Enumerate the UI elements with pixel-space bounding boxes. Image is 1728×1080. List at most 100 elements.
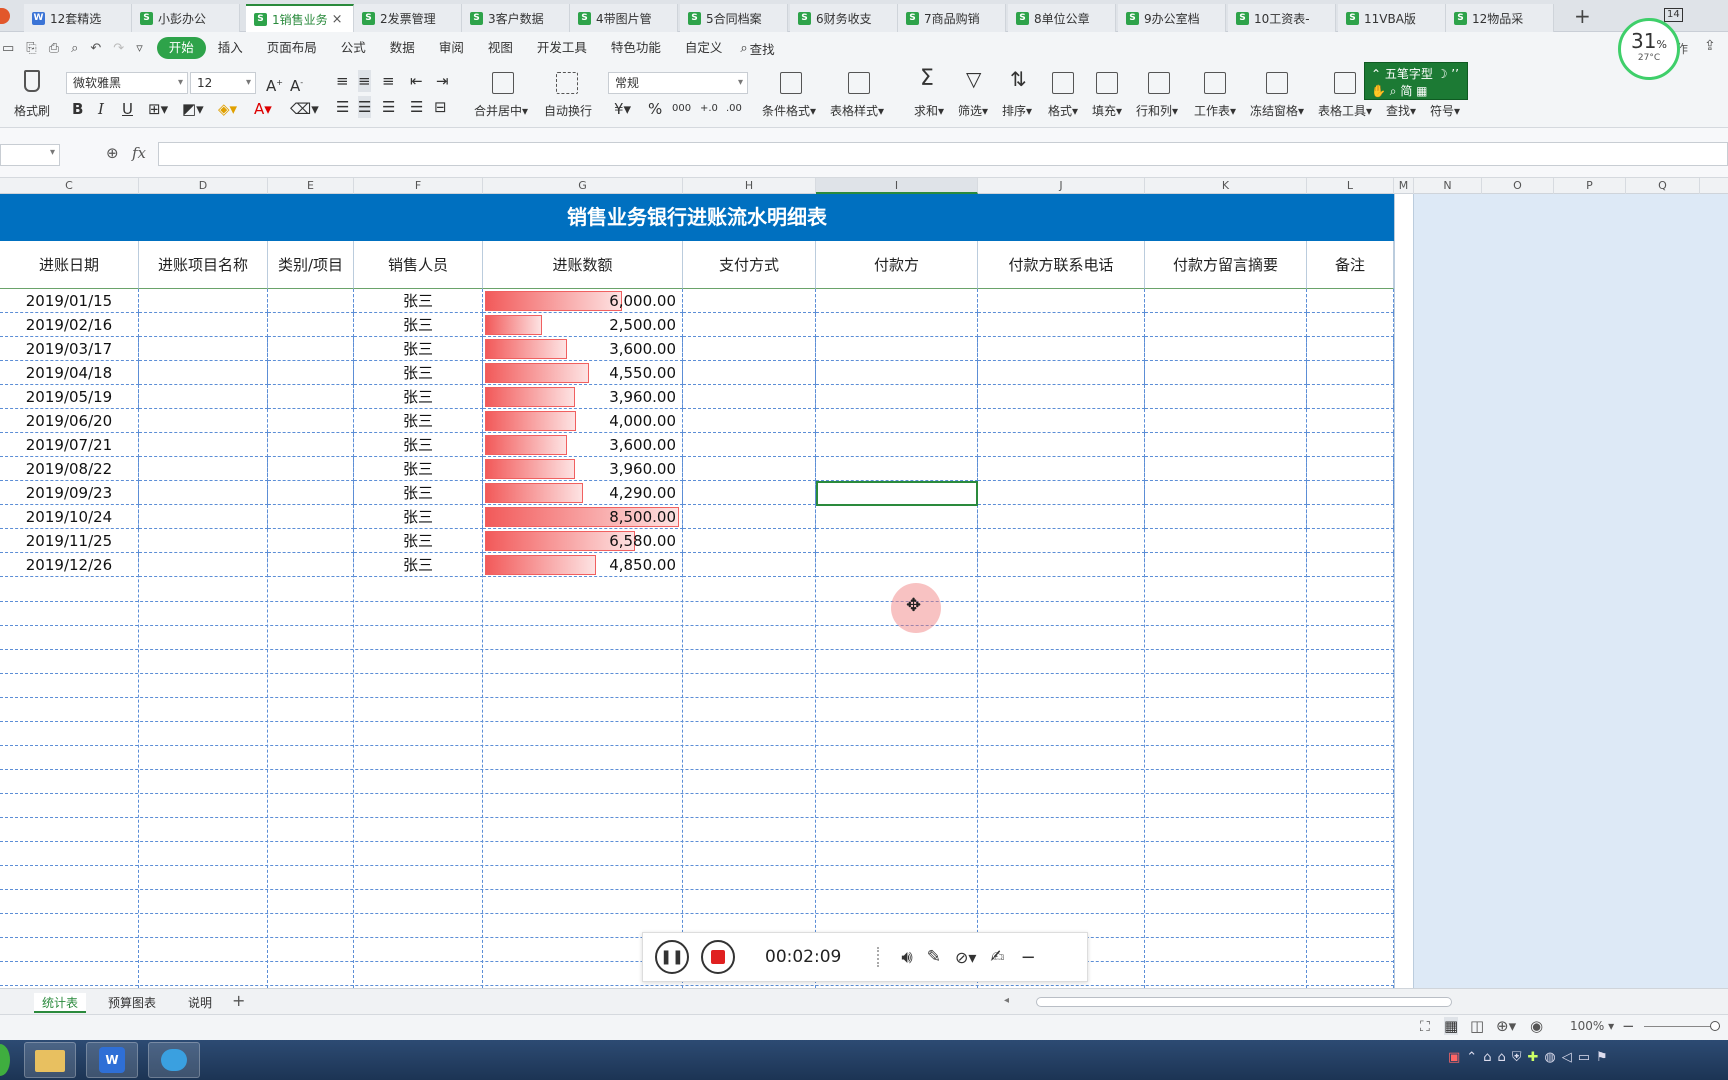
thousands-icon[interactable]: 000	[672, 98, 691, 120]
menu-item[interactable]: 视图	[476, 37, 525, 59]
table-header-cell[interactable]: 付款方	[816, 241, 978, 289]
tray-plus-icon[interactable]: ✚	[1528, 1050, 1539, 1070]
date-cell[interactable]: 2019/10/24	[0, 505, 139, 529]
zoom-slider[interactable]	[1644, 1026, 1720, 1027]
doc-tab[interactable]: S 2发票管理	[354, 4, 462, 32]
menu-item[interactable]: 数据	[378, 37, 427, 59]
category-cell[interactable]	[268, 481, 354, 505]
dropdown-icon[interactable]: ▿	[136, 41, 143, 56]
empty-cell[interactable]	[683, 553, 816, 577]
empty-cell[interactable]	[1307, 553, 1394, 577]
worksheet-icon[interactable]	[1204, 72, 1226, 94]
empty-cell[interactable]	[816, 313, 978, 337]
start-button[interactable]	[0, 1044, 10, 1076]
empty-cell[interactable]	[1145, 409, 1307, 433]
file-explorer-icon[interactable]	[24, 1042, 76, 1078]
empty-cell[interactable]	[816, 433, 978, 457]
item-name-cell[interactable]	[139, 409, 268, 433]
amount-cell[interactable]: 6,580.00	[483, 529, 683, 553]
table-header-cell[interactable]: 支付方式	[683, 241, 816, 289]
sort-icon[interactable]: ⇅	[1010, 68, 1027, 90]
name-box[interactable]: ▾	[0, 144, 60, 166]
tray-volume-icon[interactable]: ◁	[1562, 1050, 1572, 1070]
font-grow-icon[interactable]: A+	[266, 72, 283, 97]
selected-cell[interactable]	[816, 481, 978, 506]
column-header[interactable]: L	[1307, 178, 1394, 194]
fx-icon[interactable]: fx	[132, 144, 146, 162]
drag-handle[interactable]	[877, 947, 883, 967]
microphone-icon[interactable]: ✎	[927, 947, 941, 967]
empty-cell[interactable]	[1145, 385, 1307, 409]
fullscreen-icon[interactable]: ⛶	[1420, 1019, 1430, 1035]
column-header[interactable]: J	[978, 178, 1145, 194]
table-style-icon[interactable]	[848, 72, 870, 94]
amount-cell[interactable]: 3,600.00	[483, 337, 683, 361]
date-cell[interactable]: 2019/08/22	[0, 457, 139, 481]
tray-app-icon[interactable]: ▣	[1448, 1050, 1460, 1070]
filter-button[interactable]: 筛选▾	[958, 102, 988, 119]
share-icon[interactable]: ⇪	[1704, 38, 1716, 54]
empty-cell[interactable]	[816, 529, 978, 553]
category-cell[interactable]	[268, 529, 354, 553]
column-header[interactable]: K	[1145, 178, 1307, 194]
brush-icon[interactable]	[24, 70, 40, 92]
horizontal-scrollbar[interactable]	[1036, 997, 1452, 1007]
camera-off-icon[interactable]: ⊘▾	[955, 948, 976, 967]
font-name-select[interactable]: 微软雅黑	[66, 72, 188, 94]
italic-icon[interactable]: I	[98, 98, 104, 120]
category-cell[interactable]	[268, 361, 354, 385]
format-button[interactable]: 格式▾	[1048, 102, 1078, 119]
redo-icon[interactable]: ↷	[113, 41, 124, 56]
empty-cell[interactable]	[978, 505, 1145, 529]
empty-cell[interactable]	[816, 505, 978, 529]
align-middle-icon[interactable]: ≡	[358, 70, 371, 92]
menu-item[interactable]: 开始	[156, 37, 206, 59]
new-tab-button[interactable]: +	[1574, 4, 1591, 28]
table-header-cell[interactable]: 付款方联系电话	[978, 241, 1145, 289]
empty-cell[interactable]	[1145, 337, 1307, 361]
align-top-icon[interactable]: ≡	[336, 70, 349, 92]
item-name-cell[interactable]	[139, 505, 268, 529]
ime-widget[interactable]: ⌃ 五笔字型 ☽ ’’ ✋ ⌕ 简 ▦	[1364, 62, 1468, 100]
find-button[interactable]: 查找▾	[1386, 102, 1416, 119]
zoom-out-icon[interactable]: −	[1622, 1017, 1635, 1035]
tray-up-icon[interactable]: ⌃	[1466, 1050, 1477, 1070]
indent-icon[interactable]: ⇥	[436, 70, 449, 92]
doc-tab[interactable]: W 12套精选	[24, 4, 132, 32]
doc-tab[interactable]: S 1销售业务 ×	[246, 4, 354, 32]
tray-network-icon[interactable]: ⌂	[1483, 1050, 1491, 1070]
sheet-tab[interactable]: 预算图表	[100, 993, 164, 1013]
column-header[interactable]: I	[816, 178, 978, 194]
empty-cell[interactable]	[1307, 409, 1394, 433]
empty-cell[interactable]	[978, 529, 1145, 553]
doc-tab[interactable]: S 12物品采	[1446, 4, 1554, 32]
doc-tab[interactable]: S 小彭办公	[132, 4, 240, 32]
sum-icon[interactable]: Σ	[920, 68, 934, 90]
category-cell[interactable]	[268, 313, 354, 337]
empty-cell[interactable]	[978, 457, 1145, 481]
item-name-cell[interactable]	[139, 289, 268, 313]
category-cell[interactable]	[268, 457, 354, 481]
empty-cell[interactable]	[816, 409, 978, 433]
eye-protect-icon[interactable]: ◉	[1530, 1017, 1543, 1035]
salesperson-cell[interactable]: 张三	[354, 385, 483, 409]
menu-item[interactable]: 插入	[206, 37, 255, 59]
empty-cell[interactable]	[1307, 289, 1394, 313]
empty-cell[interactable]	[1307, 313, 1394, 337]
tray-folder-icon[interactable]: ⌂	[1497, 1050, 1505, 1070]
export-icon[interactable]: ⎘	[26, 41, 36, 56]
date-cell[interactable]: 2019/04/18	[0, 361, 139, 385]
item-name-cell[interactable]	[139, 433, 268, 457]
doc-tab[interactable]: S 4带图片管	[570, 4, 678, 32]
minimize-icon[interactable]: −	[1021, 947, 1036, 968]
salesperson-cell[interactable]: 张三	[354, 361, 483, 385]
increase-decimal-icon[interactable]: +.0	[700, 98, 718, 120]
empty-cell[interactable]	[978, 481, 1145, 505]
filter-icon[interactable]: ▽	[966, 68, 981, 90]
freeze-icon[interactable]	[1266, 72, 1288, 94]
table-tools-button[interactable]: 表格工具▾	[1318, 102, 1372, 119]
format-painter-button[interactable]: 格式刷	[14, 102, 50, 119]
empty-cell[interactable]	[978, 361, 1145, 385]
table-header-cell[interactable]: 付款方留言摘要	[1145, 241, 1307, 289]
empty-cell[interactable]	[1145, 433, 1307, 457]
